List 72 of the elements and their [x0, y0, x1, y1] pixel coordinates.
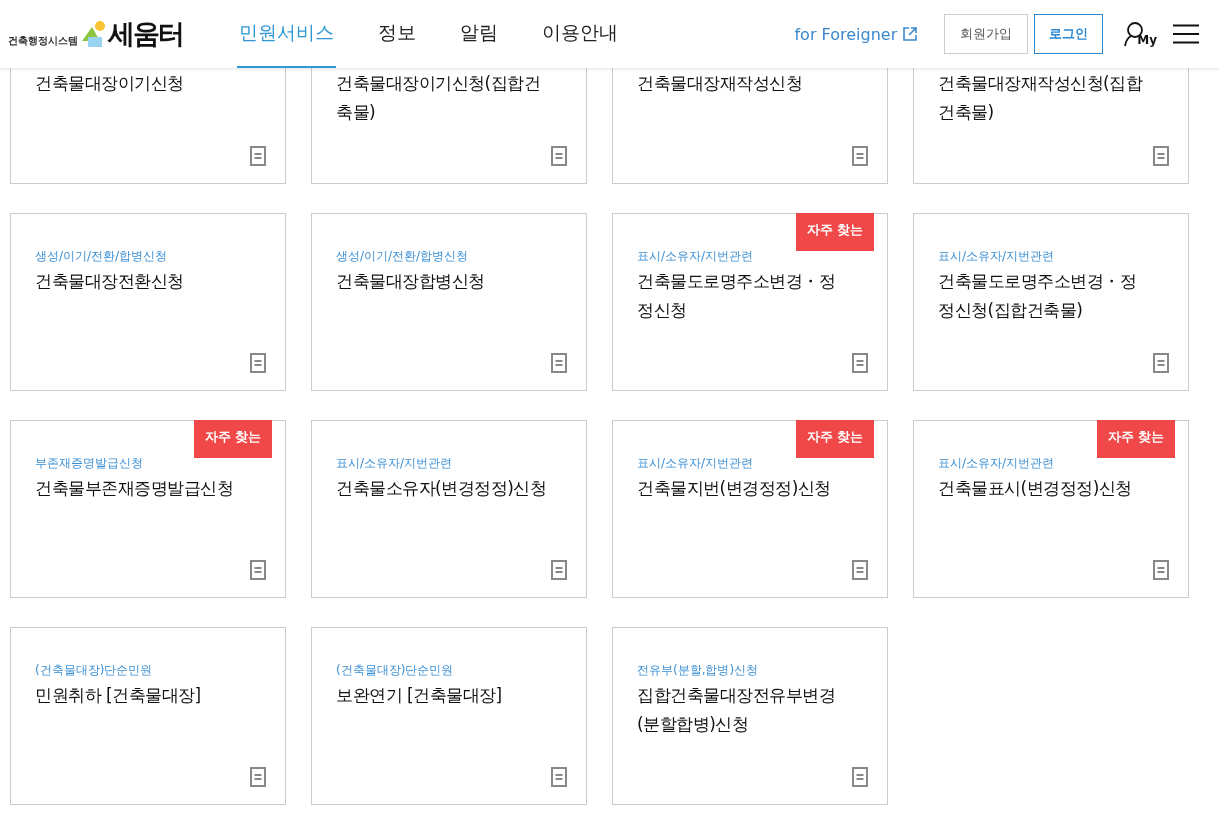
foreigner-link[interactable]: for Foreigner — [794, 24, 918, 44]
service-card[interactable]: 생성/이기/전환/합병신청 건축물대장합병신청 — [311, 213, 587, 391]
service-card[interactable]: 건축물대장재작성신청 — [612, 68, 888, 184]
card-category: 표시/소유자/지번관련 — [938, 248, 1056, 265]
logo-icon — [80, 19, 106, 49]
card-title: 건축물도로명주소변경・정정신청 — [637, 270, 836, 322]
popular-badge: 자주 찾는 — [1097, 420, 1175, 458]
card-title: 건축물도로명주소변경・정정신청(집합건축물) — [938, 270, 1137, 322]
card-category: (건축물대장)단순민원 — [336, 662, 455, 679]
service-card[interactable]: 생성/이기/전환/합병신청 건축물대장전환신청 — [10, 213, 286, 391]
service-card[interactable]: 자주 찾는 부존재증명발급신청 건축물부존재증명발급신청 — [10, 420, 286, 598]
service-card[interactable]: 전유부(분할,합병)신청 집합건축물대장전유부변경(분할합병)신청 — [612, 627, 888, 805]
service-card[interactable]: 표시/소유자/지번관련 건축물소유자(변경정정)신청 — [311, 420, 587, 598]
document-icon — [551, 767, 567, 787]
popular-badge: 자주 찾는 — [194, 420, 272, 458]
card-title: 건축물대장전환신청 — [35, 270, 185, 293]
service-card[interactable]: 자주 찾는 표시/소유자/지번관련 건축물지번(변경정정)신청 — [612, 420, 888, 598]
card-title: 건축물대장이기신청(집합건축물) — [336, 72, 542, 124]
document-icon — [250, 767, 266, 787]
service-card[interactable]: 건축물대장재작성신청(집합건축물) — [913, 68, 1189, 184]
signup-button[interactable]: 회원가입 — [944, 14, 1029, 54]
service-card[interactable]: 표시/소유자/지번관련 건축물도로명주소변경・정정신청(집합건축물) — [913, 213, 1189, 391]
document-icon — [250, 146, 266, 166]
card-title: 민원취하 [건축물대장] — [35, 684, 202, 707]
document-icon — [551, 560, 567, 580]
document-icon — [1153, 353, 1169, 373]
card-title: 보완연기 [건축물대장] — [336, 684, 503, 707]
card-title: 건축물소유자(변경정정)신청 — [336, 477, 548, 500]
card-title: 건축물대장재작성신청(집합건축물) — [938, 72, 1144, 124]
card-title: 건축물지번(변경정정)신청 — [637, 477, 832, 500]
service-card[interactable]: 자주 찾는 표시/소유자/지번관련 건축물표시(변경정정)신청 — [913, 420, 1189, 598]
card-category: 표시/소유자/지번관련 — [336, 455, 454, 472]
card-title: 건축물대장재작성신청 — [637, 72, 803, 95]
document-icon — [852, 146, 868, 166]
card-title: 건축물대장합병신청 — [336, 270, 486, 293]
card-category: 부존재증명발급신청 — [35, 455, 144, 472]
card-title: 건축물부존재증명발급신청 — [35, 477, 234, 500]
card-category: 생성/이기/전환/합병신청 — [336, 248, 470, 265]
nav-tab[interactable]: 정보 — [376, 0, 418, 68]
my-label[interactable]: My — [1137, 33, 1157, 47]
document-icon — [551, 353, 567, 373]
document-icon — [1153, 146, 1169, 166]
document-icon — [250, 560, 266, 580]
login-button[interactable]: 로그인 — [1034, 14, 1104, 54]
card-category: 표시/소유자/지번관련 — [637, 248, 755, 265]
document-icon — [852, 353, 868, 373]
card-category: 표시/소유자/지번관련 — [637, 455, 755, 472]
card-category: 전유부(분할,합병)신청 — [637, 662, 760, 679]
nav-tab[interactable]: 이용안내 — [540, 0, 620, 68]
card-category: (건축물대장)단순민원 — [35, 662, 154, 679]
menu-icon[interactable] — [1173, 24, 1199, 44]
service-card[interactable]: (건축물대장)단순민원 민원취하 [건축물대장] — [10, 627, 286, 805]
service-card[interactable]: 건축물대장이기신청(집합건축물) — [311, 68, 587, 184]
document-icon — [852, 560, 868, 580]
popular-badge: 자주 찾는 — [796, 213, 874, 251]
card-title: 건축물대장이기신청 — [35, 72, 185, 95]
card-title: 집합건축물대장전유부변경(분할합병)신청 — [637, 684, 836, 736]
card-category: 표시/소유자/지번관련 — [938, 455, 1056, 472]
service-card[interactable]: 건축물대장이기신청 — [10, 68, 286, 184]
document-icon — [250, 353, 266, 373]
popular-badge: 자주 찾는 — [796, 420, 874, 458]
document-icon — [551, 146, 567, 166]
service-card[interactable]: 자주 찾는 표시/소유자/지번관련 건축물도로명주소변경・정정신청 — [612, 213, 888, 391]
service-card[interactable]: (건축물대장)단순민원 보완연기 [건축물대장] — [311, 627, 587, 805]
logo-title[interactable]: 세움터 — [108, 16, 183, 52]
card-title: 건축물표시(변경정정)신청 — [938, 477, 1133, 500]
logo-subtitle: 건축행정시스템 — [8, 34, 78, 48]
document-icon — [852, 767, 868, 787]
external-link-icon — [903, 27, 918, 41]
document-icon — [1153, 560, 1169, 580]
card-category: 생성/이기/전환/합병신청 — [35, 248, 169, 265]
nav-tab[interactable]: 알림 — [458, 0, 500, 68]
